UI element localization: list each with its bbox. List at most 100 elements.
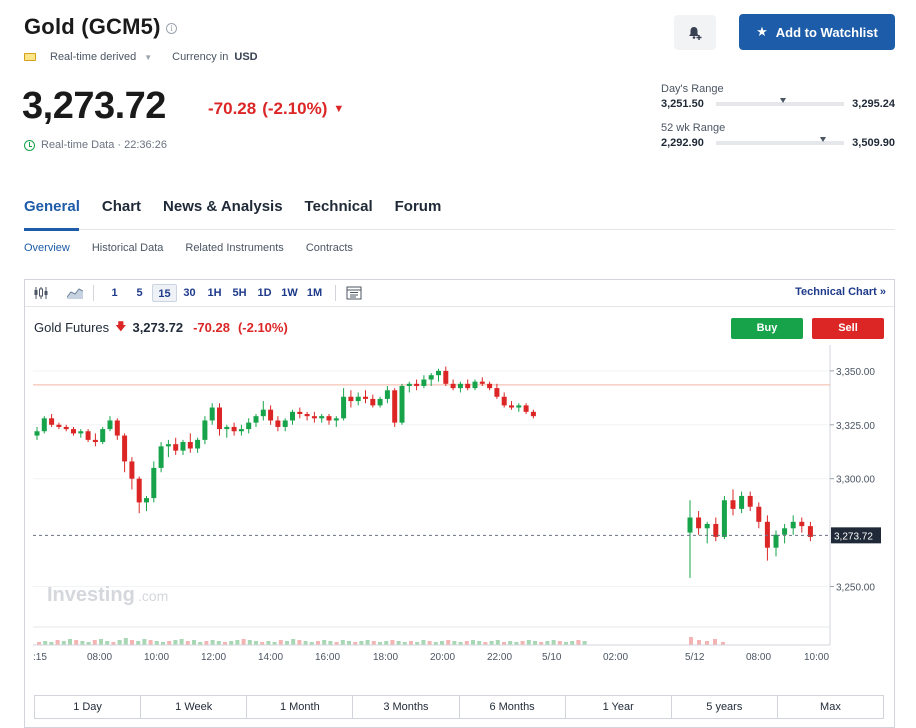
subtab-overview[interactable]: Overview [24, 242, 70, 254]
timeframe-1h[interactable]: 1H [202, 284, 227, 302]
alert-bell-button[interactable] [674, 15, 716, 50]
candle-body [85, 431, 91, 440]
volume-bar [173, 640, 178, 645]
volume-bar [278, 640, 283, 645]
tab-forum[interactable]: Forum [395, 198, 442, 223]
period-max[interactable]: Max [778, 696, 883, 718]
currency-value: USD [234, 51, 258, 63]
feed-selector[interactable]: Real-time derived [50, 51, 136, 63]
volume-bar [192, 640, 196, 645]
week52-range: 52 wk Range 2,292.90 3,509.90 [661, 122, 895, 149]
timeframe-1w[interactable]: 1W [277, 284, 302, 302]
timeframe-5[interactable]: 5 [127, 284, 152, 302]
volume-bar [365, 640, 370, 645]
candle-body [319, 416, 325, 419]
volume-bar [713, 639, 717, 645]
candlestick-type-icon[interactable] [31, 284, 51, 302]
volume-bar [557, 641, 562, 645]
feed-row: Real-time derived ▼ Currency in USD [24, 51, 258, 63]
volume-bar [154, 641, 159, 645]
tab-news-analysis[interactable]: News & Analysis [163, 198, 283, 223]
candle-body [782, 528, 788, 535]
candle-body [231, 426, 237, 432]
timeframe-1m[interactable]: 1M [302, 284, 327, 302]
volume-bar [452, 641, 457, 645]
last-price: 3,273.72 [22, 85, 166, 127]
candle-body [122, 435, 128, 462]
period-5-years[interactable]: 5 years [672, 696, 778, 718]
candle-body [370, 398, 376, 406]
candlestick-chart[interactable]: Investing .com 3,350.00 3,325.00 3,300.00 3,2… [25, 345, 894, 665]
candle-body [487, 383, 493, 389]
candle-body [165, 444, 171, 447]
tabs-divider [24, 229, 895, 230]
period-1-month[interactable]: 1 Month [247, 696, 354, 718]
volume-bar [409, 641, 413, 645]
timeframe-15[interactable]: 15 [152, 284, 177, 302]
x-tick-label: 08:00 [746, 652, 771, 663]
timeframe-1d[interactable]: 1D [252, 284, 277, 302]
volume-bar [105, 641, 110, 645]
subtab-related-instruments[interactable]: Related Instruments [185, 242, 283, 254]
volume-bar [210, 640, 215, 645]
change-percent: (-2.10%) [262, 99, 328, 118]
timeframe-1[interactable]: 1 [102, 284, 127, 302]
period-1-week[interactable]: 1 Week [141, 696, 248, 718]
table-icon[interactable] [344, 284, 364, 302]
candle-body [238, 429, 244, 432]
buy-button[interactable]: Buy [731, 318, 803, 339]
volume-bar [123, 638, 128, 645]
sell-button[interactable]: Sell [812, 318, 884, 339]
chart-header: Gold Futures 🡇 3,273.72 -70.28 (-2.10%) [34, 318, 288, 337]
period-3-months[interactable]: 3 Months [353, 696, 460, 718]
candle-body [494, 388, 500, 397]
candle-body [63, 426, 69, 430]
volume-bar [68, 639, 72, 645]
y-tick-label: 3,250.00 [836, 583, 875, 594]
timeframe-30[interactable]: 30 [177, 284, 202, 302]
x-tick-label: 10:00 [144, 652, 169, 663]
watermark: Investing [47, 584, 135, 606]
technical-chart-link[interactable]: Technical Chart » [795, 286, 886, 298]
area-chart-type-icon[interactable] [65, 284, 85, 302]
tab-general[interactable]: General [24, 198, 80, 223]
instrument-name: Gold Futures [34, 320, 110, 335]
candle-body [173, 444, 179, 451]
timeframe-5h[interactable]: 5H [227, 284, 252, 302]
info-icon[interactable]: i [166, 23, 177, 34]
candle-body [457, 383, 463, 389]
candle-body [479, 381, 485, 384]
chevron-down-icon[interactable]: ▼ [144, 53, 152, 62]
volume-bar [216, 641, 221, 645]
y-tick-label: 3,300.00 [836, 475, 875, 486]
period-6-months[interactable]: 6 Months [460, 696, 566, 718]
candle-body [195, 439, 201, 449]
tab-technical[interactable]: Technical [305, 198, 373, 223]
change-value: -70.28 [208, 99, 257, 118]
volume-bar [117, 640, 122, 645]
volume-bar [576, 640, 581, 645]
volume-bar [396, 641, 401, 645]
candle-body [304, 414, 310, 417]
volume-bar [241, 639, 246, 645]
volume-bar [359, 641, 364, 645]
candle-body [49, 418, 55, 425]
subtab-historical-data[interactable]: Historical Data [92, 242, 164, 254]
period-1-day[interactable]: 1 Day [35, 696, 142, 718]
volume-bar [526, 640, 531, 645]
subtab-contracts[interactable]: Contracts [306, 242, 353, 254]
bell-plus-icon [689, 26, 702, 40]
volume-bar [697, 640, 701, 645]
x-tick-label: 18:00 [373, 652, 398, 663]
period-1-year[interactable]: 1 Year [566, 696, 672, 718]
tab-chart[interactable]: Chart [102, 198, 141, 223]
candle-body [246, 422, 252, 430]
add-to-watchlist-button[interactable]: ★ Add to Watchlist [739, 14, 895, 50]
volume-bar [291, 639, 296, 645]
volume-bar [179, 639, 184, 645]
candle-body [290, 411, 295, 421]
volume-bar [61, 641, 66, 645]
volume-bar [705, 641, 709, 645]
days-range: Day's Range 3,251.50 3,295.24 [661, 83, 895, 110]
candle-body [158, 446, 164, 468]
